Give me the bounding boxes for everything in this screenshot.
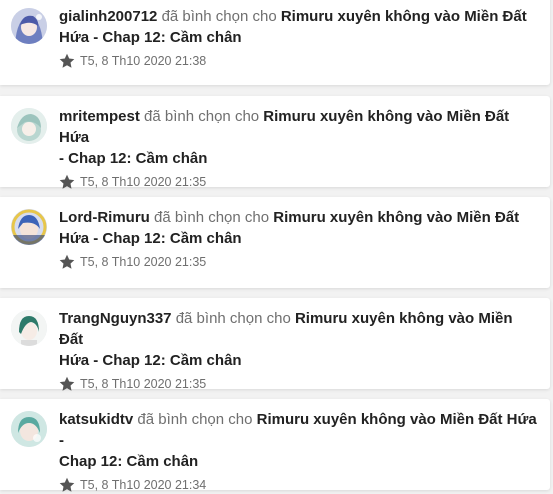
- username-link[interactable]: gialinh200712: [59, 8, 157, 25]
- timestamp: T5, 8 Th10 2020 21:35: [80, 175, 207, 189]
- action-text: đã bình chọn cho: [144, 108, 260, 125]
- action-text: đã bình chọn cho: [137, 411, 253, 428]
- star-icon: [59, 477, 75, 492]
- star-icon: [59, 254, 75, 269]
- username-link[interactable]: Lord-Rimuru: [59, 209, 150, 226]
- action-text: đã bình chọn cho: [161, 8, 277, 25]
- notification-text: mritempest đã bình chọn cho Rimuru xuyên…: [59, 106, 540, 169]
- meta-row: T5, 8 Th10 2020 21:38: [59, 52, 540, 70]
- anime-avatar-teal-icon: [11, 411, 47, 447]
- anime-avatar-green-hair-icon: [11, 310, 47, 346]
- story-link[interactable]: Rimuru xuyên không vào Miền Đất: [281, 8, 527, 25]
- story-link-continued[interactable]: Hứa - Chap 12: Cầm chân: [59, 29, 242, 46]
- meta-row: T5, 8 Th10 2020 21:34: [59, 476, 540, 494]
- username-link[interactable]: katsukidtv: [59, 411, 133, 428]
- star-icon: [59, 376, 75, 391]
- anime-avatar-slime-icon: [11, 108, 47, 144]
- user-avatar[interactable]: [11, 411, 47, 447]
- story-link-continued[interactable]: Hứa - Chap 12: Cầm chân: [59, 352, 242, 369]
- user-avatar[interactable]: [11, 310, 47, 346]
- timestamp: T5, 8 Th10 2020 21:38: [80, 54, 207, 68]
- notification-text: gialinh200712 đã bình chọn cho Rimuru xu…: [59, 6, 540, 48]
- vote-notification: mritempest đã bình chọn cho Rimuru xuyên…: [0, 96, 550, 189]
- vote-notification: TrangNguyn337 đã bình chọn cho Rimuru xu…: [0, 298, 550, 391]
- action-text: đã bình chọn cho: [154, 209, 270, 226]
- vote-notification: Lord-Rimuru đã bình chọn cho Rimuru xuyê…: [0, 197, 550, 288]
- username-link[interactable]: mritempest: [59, 108, 140, 125]
- action-text: đã bình chọn cho: [175, 310, 291, 327]
- anime-avatar-blue-hair-icon: [11, 8, 47, 44]
- activity-feed: gialinh200712 đã bình chọn cho Rimuru xu…: [0, 0, 553, 492]
- vote-notification: katsukidtv đã bình chọn cho Rimuru xuyên…: [0, 399, 550, 492]
- star-icon: [59, 174, 75, 189]
- star-icon: [59, 53, 75, 68]
- anime-avatar-rimuru-icon: [11, 209, 47, 245]
- story-link[interactable]: Rimuru xuyên không vào Miền Đất: [273, 209, 519, 226]
- meta-row: T5, 8 Th10 2020 21:35: [59, 375, 540, 393]
- story-link-continued[interactable]: Hứa - Chap 12: Cầm chân: [59, 230, 242, 247]
- notification-text: katsukidtv đã bình chọn cho Rimuru xuyên…: [59, 409, 540, 472]
- vote-notification: gialinh200712 đã bình chọn cho Rimuru xu…: [0, 0, 550, 85]
- notification-text: TrangNguyn337 đã bình chọn cho Rimuru xu…: [59, 308, 540, 371]
- meta-row: T5, 8 Th10 2020 21:35: [59, 253, 540, 271]
- notification-text: Lord-Rimuru đã bình chọn cho Rimuru xuyê…: [59, 207, 540, 249]
- timestamp: T5, 8 Th10 2020 21:35: [80, 255, 207, 269]
- story-link-continued[interactable]: Chap 12: Cầm chân: [59, 453, 198, 470]
- timestamp: T5, 8 Th10 2020 21:35: [80, 377, 207, 391]
- story-link-continued[interactable]: - Chap 12: Cầm chân: [59, 150, 207, 167]
- username-link[interactable]: TrangNguyn337: [59, 310, 172, 327]
- user-avatar[interactable]: [11, 108, 47, 144]
- user-avatar[interactable]: [11, 8, 47, 44]
- meta-row: T5, 8 Th10 2020 21:35: [59, 173, 540, 191]
- user-avatar[interactable]: [11, 209, 47, 245]
